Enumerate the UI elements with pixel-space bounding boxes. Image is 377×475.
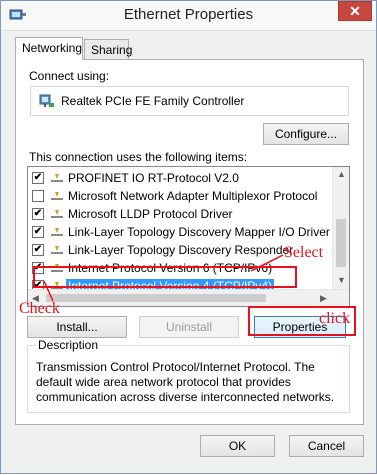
ethernet-properties-dialog: Ethernet Properties ✕ Networking Sharing… bbox=[0, 0, 377, 474]
list-item[interactable]: ✔ Microsoft LLDP Protocol Driver bbox=[30, 205, 332, 223]
network-card-icon bbox=[39, 94, 54, 107]
description-group: Description Transmission Control Protoco… bbox=[27, 338, 350, 413]
scroll-right-icon[interactable]: ▶ bbox=[320, 293, 327, 304]
item-label: Link-Layer Topology Discovery Responder bbox=[68, 243, 294, 257]
checkbox[interactable] bbox=[32, 190, 44, 202]
window-title: Ethernet Properties bbox=[123, 6, 254, 23]
cancel-button[interactable]: Cancel bbox=[289, 435, 364, 457]
tab-networking[interactable]: Networking bbox=[15, 37, 83, 60]
annotation-select: Select bbox=[284, 244, 324, 261]
adapter-name: Realtek PCIe FE Family Controller bbox=[61, 94, 245, 108]
item-label: Microsoft LLDP Protocol Driver bbox=[68, 207, 233, 221]
checkbox[interactable]: ✔ bbox=[32, 244, 44, 256]
tab-sharing[interactable]: Sharing bbox=[84, 39, 132, 59]
protocol-icon bbox=[51, 192, 63, 200]
protocol-icon bbox=[51, 174, 63, 182]
list-item[interactable]: ✔ Link-Layer Topology Discovery Mapper I… bbox=[30, 223, 332, 241]
close-button[interactable]: ✕ bbox=[338, 1, 372, 21]
title-bar: Ethernet Properties ✕ bbox=[1, 1, 376, 31]
list-item[interactable]: ✔ PROFINET IO RT-Protocol V2.0 bbox=[30, 169, 332, 187]
ok-button[interactable]: OK bbox=[200, 435, 275, 457]
description-text: Transmission Control Protocol/Internet P… bbox=[36, 360, 335, 404]
description-legend: Description bbox=[36, 338, 101, 352]
item-label: Microsoft Network Adapter Multiplexor Pr… bbox=[68, 189, 318, 203]
scroll-down-icon[interactable]: ▼ bbox=[337, 275, 346, 285]
install-button[interactable]: Install... bbox=[27, 316, 127, 338]
networking-panel: Connect using: Realtek PCIe FE Family Co… bbox=[15, 59, 364, 425]
scroll-thumb[interactable] bbox=[336, 219, 346, 267]
annotation-select-box bbox=[33, 266, 297, 288]
protocol-icon bbox=[51, 246, 63, 254]
annotation-check: Check bbox=[19, 300, 60, 317]
uninstall-button[interactable]: Uninstall bbox=[139, 316, 239, 338]
scroll-up-icon[interactable]: ▲ bbox=[337, 169, 346, 179]
adapter-display: Realtek PCIe FE Family Controller bbox=[30, 86, 349, 116]
item-label: Link-Layer Topology Discovery Mapper I/O… bbox=[68, 225, 330, 239]
checkbox[interactable]: ✔ bbox=[32, 226, 44, 238]
scroll-thumb[interactable] bbox=[46, 294, 266, 302]
annotation-click: click bbox=[319, 310, 351, 327]
checkbox[interactable]: ✔ bbox=[32, 208, 44, 220]
close-icon: ✕ bbox=[349, 3, 361, 19]
protocol-icon bbox=[51, 228, 63, 236]
connect-using-label: Connect using: bbox=[29, 69, 110, 83]
configure-button[interactable]: Configure... bbox=[263, 123, 349, 145]
vertical-scrollbar[interactable]: ▲ ▼ bbox=[332, 167, 349, 289]
checkbox[interactable]: ✔ bbox=[32, 172, 44, 184]
protocol-icon bbox=[51, 210, 63, 218]
item-label: PROFINET IO RT-Protocol V2.0 bbox=[68, 171, 239, 185]
horizontal-scrollbar[interactable]: ◀ ▶ bbox=[28, 289, 349, 306]
items-label: This connection uses the following items… bbox=[29, 150, 248, 164]
list-item[interactable]: Microsoft Network Adapter Multiplexor Pr… bbox=[30, 187, 332, 205]
